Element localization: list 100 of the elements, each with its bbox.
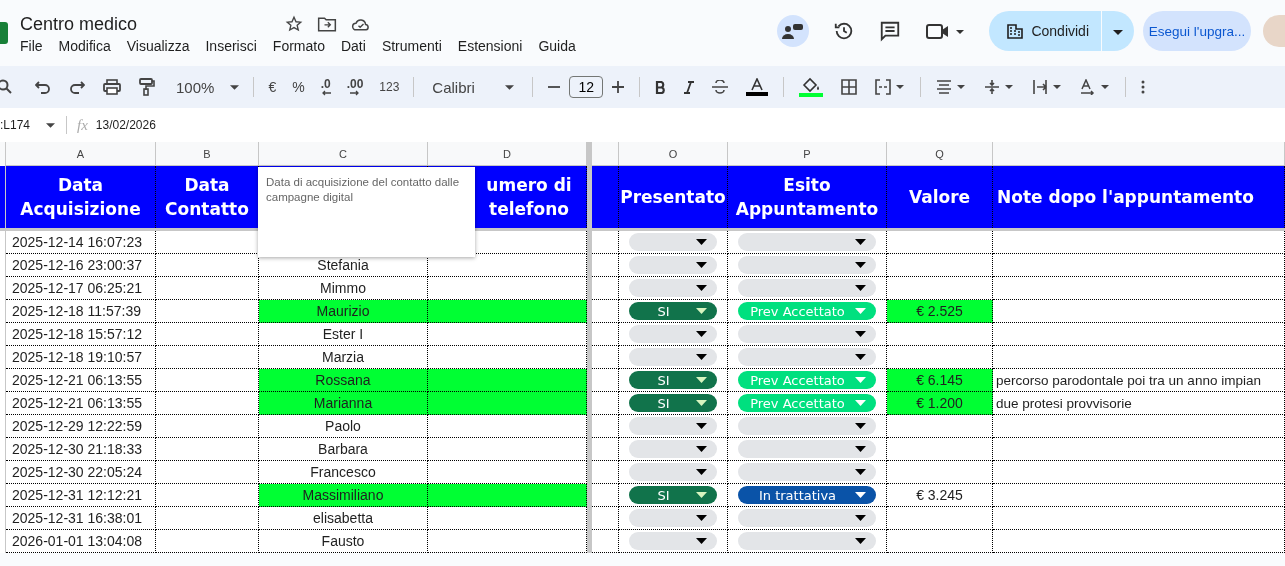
borders-icon[interactable] (841, 79, 858, 95)
formula-field[interactable]: 13/02/2026 (95, 118, 156, 132)
caret-icon (855, 538, 866, 544)
italic-icon[interactable] (684, 80, 695, 94)
menu-item[interactable]: Dati (340, 38, 366, 54)
name-cell: Fausto (259, 530, 428, 553)
menu-item[interactable]: Visualizza (126, 38, 190, 54)
caret-icon (696, 538, 707, 544)
text-wrap-icon[interactable] (1032, 79, 1063, 95)
date-cell: 2025-12-21 06:13:55 (6, 369, 156, 392)
font-size-field[interactable]: 12 (569, 76, 604, 98)
dropdown-chip[interactable] (629, 509, 717, 527)
number-format-button[interactable]: 123 (379, 80, 400, 94)
date-cell: 2025-12-30 21:18:33 (6, 438, 156, 461)
share-dropdown-button[interactable] (1102, 11, 1134, 51)
dropdown-chip[interactable]: In trattativa (738, 486, 876, 504)
comment-icon[interactable] (879, 20, 902, 42)
date-cell: 2026-01-01 13:04:08 (6, 530, 156, 553)
zoom-dropdown[interactable]: 100% (176, 78, 240, 96)
text-color-icon[interactable] (746, 78, 769, 96)
people-chat-icon[interactable] (777, 15, 810, 47)
caret-icon (696, 423, 707, 429)
upgrade-button[interactable]: Esegui l'upgra... (1143, 11, 1251, 51)
date-cell: 2025-12-18 19:10:57 (6, 346, 156, 369)
note-cell: due protesi provvisorie (993, 392, 1285, 415)
caret-icon (696, 492, 707, 498)
document-title[interactable]: Centro medico (20, 13, 138, 35)
name-cell: Rossana (259, 369, 428, 392)
search-icon[interactable] (0, 79, 14, 95)
caret-icon (696, 308, 707, 314)
dropdown-chip[interactable] (629, 417, 717, 435)
paint-roller-icon[interactable] (139, 78, 155, 96)
caret-icon (696, 331, 707, 337)
caret-icon (855, 515, 866, 521)
plus-icon[interactable] (612, 81, 625, 93)
dropdown-chip[interactable]: SI (629, 486, 717, 504)
dropdown-chip[interactable]: SI (629, 394, 717, 412)
dropdown-chip[interactable] (629, 325, 717, 343)
redo-icon[interactable] (69, 80, 85, 94)
fill-color-icon[interactable] (799, 77, 824, 97)
name-box[interactable]: :L174 (0, 118, 56, 132)
dropdown-chip[interactable]: SI (629, 371, 717, 389)
value-cell: € 2.525 (887, 300, 993, 323)
menu-item[interactable]: Formato (272, 38, 325, 54)
name-cell: Barbara (259, 438, 428, 461)
caret-icon (696, 469, 707, 475)
more-icon[interactable] (1141, 80, 1146, 94)
dropdown-chip[interactable] (629, 233, 717, 251)
menu-item[interactable]: Inserisci (205, 38, 257, 54)
align-icon[interactable] (936, 79, 967, 95)
strikethrough-icon[interactable] (712, 80, 729, 94)
undo-icon[interactable] (35, 80, 51, 94)
dropdown-chip[interactable] (629, 256, 717, 274)
menu-item[interactable]: File (20, 38, 43, 54)
caret-icon (696, 354, 707, 360)
arrow-icon (320, 89, 331, 96)
increase-decimals-button[interactable]: .00 (346, 78, 364, 96)
cloud-icon[interactable] (351, 16, 372, 32)
date-cell: 2025-12-14 16:07:23 (6, 231, 156, 254)
vertical-align-icon[interactable] (984, 79, 1015, 95)
date-cell: 2025-12-29 12:22:59 (6, 415, 156, 438)
video-camera-icon[interactable] (925, 21, 966, 41)
dropdown-chip[interactable] (629, 279, 717, 297)
menu-item[interactable]: Strumenti (381, 38, 442, 54)
menu-item[interactable]: Modifica (58, 38, 111, 54)
folder-icon[interactable] (317, 15, 338, 33)
text-rotation-icon[interactable] (1080, 79, 1111, 95)
percent-button[interactable]: % (292, 79, 305, 95)
caret-icon (855, 308, 866, 314)
caret-icon (855, 262, 866, 268)
bold-icon[interactable] (655, 80, 667, 94)
dropdown-chip[interactable] (629, 463, 717, 481)
caret-icon (855, 400, 866, 406)
caret-icon (46, 122, 56, 128)
dropdown-chip[interactable]: SI (629, 302, 717, 320)
caret-icon (855, 469, 866, 475)
share-button[interactable]: Condividi (989, 11, 1102, 51)
star-icon[interactable] (285, 15, 304, 33)
value-cell: € 1.200 (887, 392, 993, 415)
menu-item[interactable]: Guida (538, 38, 576, 54)
dropdown-chip[interactable] (629, 532, 717, 550)
dropdown-chip[interactable] (629, 348, 717, 366)
caret-icon (855, 446, 866, 452)
menu-item[interactable]: Estensioni (457, 38, 523, 54)
minus-icon[interactable] (548, 86, 561, 88)
caret-icon (230, 84, 240, 90)
caret-icon (855, 492, 866, 498)
caret-icon (855, 239, 866, 245)
decrease-decimals-button[interactable]: .0 (320, 78, 331, 96)
merge-cells-icon[interactable] (875, 79, 906, 95)
font-dropdown[interactable]: Calibri (432, 78, 515, 96)
print-icon[interactable] (103, 79, 121, 95)
date-cell: 2025-12-31 16:38:01 (6, 507, 156, 530)
caret-icon (696, 377, 707, 383)
date-cell: 2025-12-31 12:12:21 (6, 484, 156, 507)
date-cell: 2025-12-16 23:00:37 (6, 254, 156, 277)
currency-button[interactable]: € (268, 79, 277, 95)
date-cell: 2025-12-21 06:13:55 (6, 392, 156, 415)
dropdown-chip[interactable] (629, 440, 717, 458)
note-cell: percorso parodontale poi tra un anno impian (993, 369, 1285, 392)
